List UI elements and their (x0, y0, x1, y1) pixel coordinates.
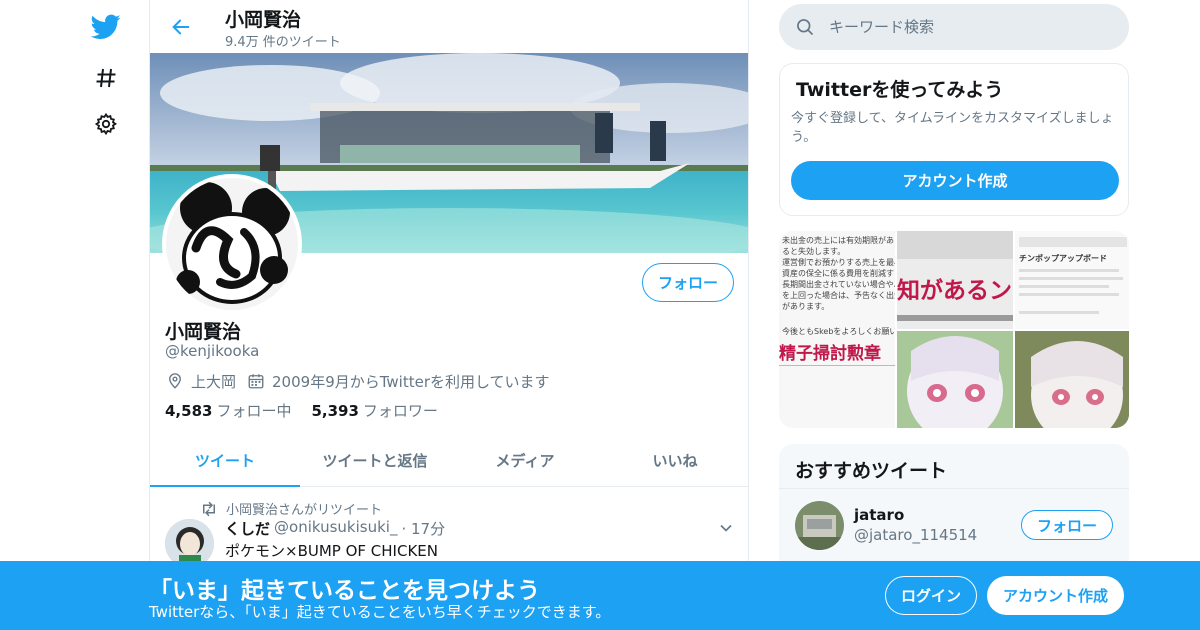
media-text-line: 長期間出金されていない場合や、 (782, 280, 895, 289)
twitter-profile-page: 小岡賢治 9.4万 件のツイート フォロー 小岡賢治 @kenjikooka 上… (0, 0, 1200, 630)
search-bar[interactable] (779, 4, 1129, 50)
media-caption-bottom: 精子掃討勲章 (779, 344, 881, 364)
tab-tweets-and-replies[interactable]: ツイートと返信 (300, 434, 450, 486)
login-button[interactable]: ログイン (885, 576, 977, 615)
profile-header-bar: 小岡賢治 9.4万 件のツイート (150, 0, 748, 53)
media-text-line: を上回った場合は、予告なく出金 (782, 291, 895, 300)
header-name: 小岡賢治 (225, 9, 302, 31)
profile-stats: 4,583 フォロー中 5,393 フォロワー (165, 400, 438, 421)
media-caption-large: 知があるン (897, 278, 1012, 304)
profile-avatar[interactable] (162, 174, 302, 314)
recommended-user[interactable]: jataro @jataro_114514 フォロー (779, 488, 1129, 560)
tweet-item[interactable]: 小岡賢治さんがリツイート くしだ @onikusukisuki_ · 17分 ポ… (150, 488, 748, 568)
following-link[interactable]: 4,583 フォロー中 (165, 400, 291, 421)
media-text-line: 今後ともSkebをよろしくお願い (782, 327, 895, 336)
media-thumbnail-1[interactable]: 未出金の売上には有効期限があり、 ると失効します。 運営側でお預かりする売上を最… (779, 231, 895, 428)
left-nav (80, 0, 140, 630)
back-arrow-icon[interactable] (164, 10, 198, 44)
media-text-line: があります。 (782, 302, 830, 311)
media-grid: 未出金の売上には有効期限があり、 ると失効します。 運営側でお預かりする売上を最… (779, 231, 1129, 428)
hashtag-icon[interactable] (88, 60, 124, 96)
tweet-author-handle[interactable]: @onikusukisuki_ (274, 518, 397, 539)
tweet-text: ポケモン×BUMP OF CHICKEN (225, 542, 438, 560)
tab-media[interactable]: メディア (450, 434, 600, 486)
twitter-logo-icon[interactable] (88, 9, 124, 45)
following-label: フォロー中 (216, 402, 292, 420)
retweet-note: 小岡賢治さんがリツイート (200, 499, 382, 518)
retweet-icon (203, 501, 215, 516)
banner-create-account-button[interactable]: アカウント作成 (987, 576, 1124, 615)
tweet-author-name[interactable]: くしだ (225, 518, 270, 539)
media-thumbnail-3[interactable]: チンポップアップボード (1015, 231, 1129, 329)
follow-button[interactable]: フォロー (642, 263, 734, 302)
media-caption-title: チンポップアップボード (1019, 254, 1107, 263)
banner-subtitle: Twitterなら、「いま」起きていることをいち早くチェックできます。 (149, 603, 611, 621)
recommended-user-name[interactable]: jataro (854, 506, 904, 524)
followers-label: フォロワー (362, 402, 438, 420)
profile-tabs: ツイート ツイートと返信 メディア いいね (150, 434, 748, 487)
profile-joined: 2009年9月からTwitterを利用しています (272, 372, 550, 391)
media-text-line: 資産の保全に係る費用を削減する (782, 269, 895, 278)
media-thumbnail-5[interactable] (1015, 331, 1129, 428)
signup-card: Twitterを使ってみよう 今すぐ登録して、タイムラインをカスタマイズしましょ… (779, 63, 1129, 216)
recommended-title: おすすめツイート (795, 460, 948, 482)
following-count: 4,583 (165, 402, 213, 420)
tab-likes[interactable]: いいね (600, 434, 748, 486)
tweet-time[interactable]: · 17分 (401, 518, 445, 539)
media-thumbnail-2[interactable]: 知があるン (897, 231, 1013, 329)
profile-meta: 上大岡 2009年9月からTwitterを利用しています (165, 370, 550, 392)
gear-icon[interactable] (88, 106, 124, 142)
media-text-line: 未出金の売上には有効期限があり、 (782, 236, 895, 245)
profile-column: 小岡賢治 9.4万 件のツイート フォロー 小岡賢治 @kenjikooka 上… (149, 0, 749, 630)
profile-location: 上大岡 (191, 372, 237, 391)
signup-banner-bar: 「いま」起きていることを見つけよう Twitterなら、「いま」起きていることを… (0, 561, 1200, 630)
location-pin-icon (165, 371, 185, 391)
media-text-line: ると失効します。 (782, 247, 846, 256)
chevron-down-icon[interactable] (716, 518, 736, 538)
followers-link[interactable]: 5,393 フォロワー (311, 400, 437, 421)
signup-card-body: 今すぐ登録して、タイムラインをカスタマイズしましょう。 (791, 111, 1114, 145)
media-text-line: 運営側でお預かりする売上を最小 (782, 258, 895, 267)
right-sidebar: Twitterを使ってみよう 今すぐ登録して、タイムラインをカスタマイズしましょ… (779, 0, 1129, 630)
signup-card-title: Twitterを使ってみよう (796, 79, 1004, 101)
profile-handle: @kenjikooka (165, 342, 260, 360)
search-icon (797, 19, 814, 36)
recommended-user-handle[interactable]: @jataro_114514 (854, 526, 977, 544)
recommended-user-avatar[interactable] (795, 501, 844, 550)
tab-tweets[interactable]: ツイート (150, 434, 300, 487)
tweet-header: くしだ @onikusukisuki_ · 17分 (225, 518, 445, 539)
search-input[interactable] (829, 18, 1099, 36)
header-tweet-count: 9.4万 件のツイート (225, 35, 341, 50)
create-account-button[interactable]: アカウント作成 (791, 161, 1119, 200)
calendar-icon (246, 371, 266, 391)
followers-count: 5,393 (311, 402, 359, 420)
retweet-note-text: 小岡賢治さんがリツイート (226, 503, 383, 518)
media-thumbnail-4[interactable] (897, 331, 1013, 428)
recommended-follow-button[interactable]: フォロー (1021, 510, 1113, 540)
profile-name: 小岡賢治 (165, 321, 242, 343)
banner-title: 「いま」起きていることを見つけよう (149, 578, 540, 604)
